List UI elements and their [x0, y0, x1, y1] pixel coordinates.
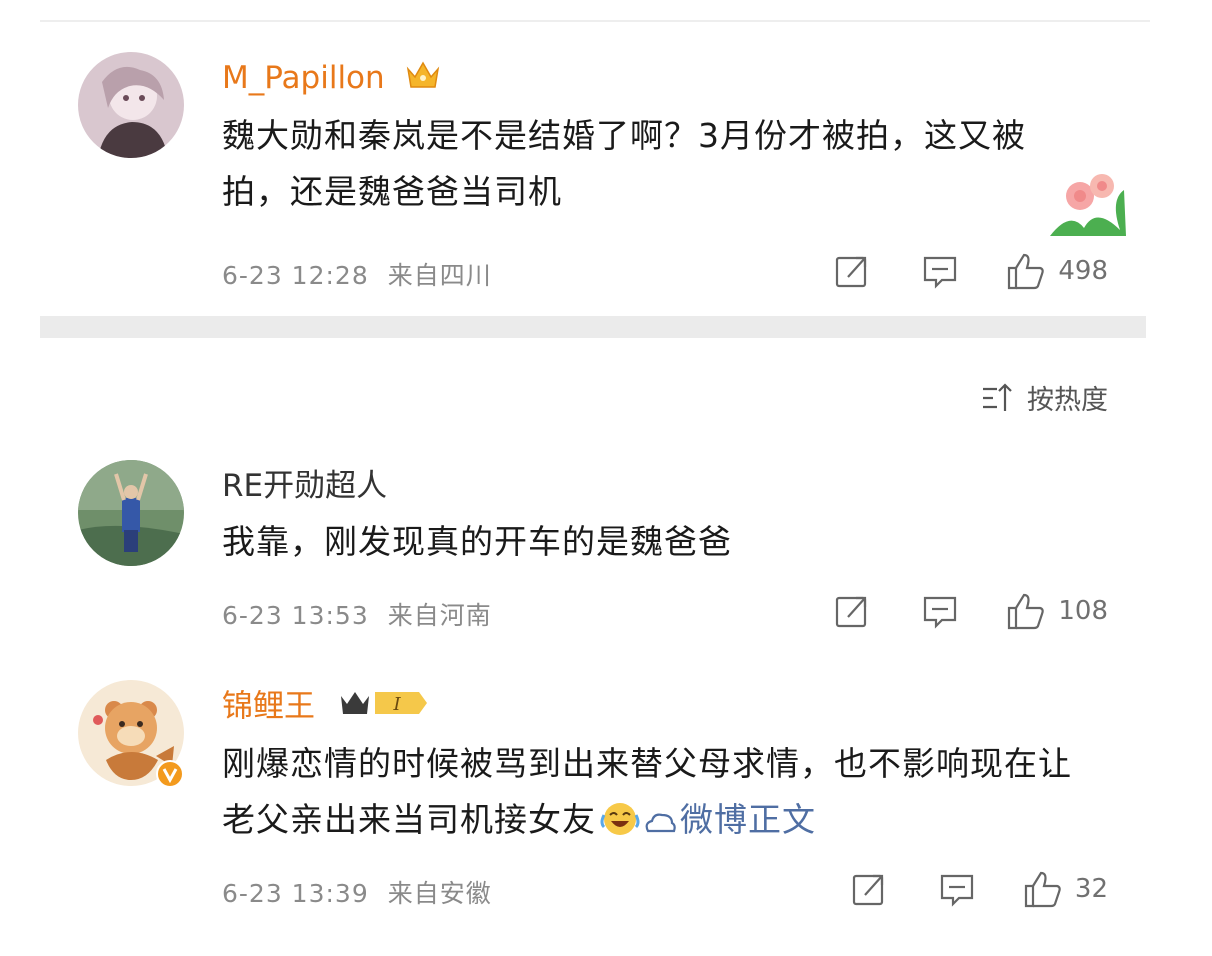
comment-time: 6-23 13:39 [222, 879, 369, 908]
badge-label: I [392, 694, 401, 715]
comment-time: 6-23 12:28 [222, 261, 369, 290]
share-icon[interactable] [834, 253, 870, 289]
sort-label: 按热度 [1027, 385, 1108, 416]
like-count: 108 [1058, 596, 1108, 626]
username[interactable]: RE开勋超人 [222, 466, 387, 506]
username-text[interactable]: 锦鲤王 [222, 689, 315, 725]
comment-icon[interactable] [922, 253, 958, 289]
comment-text: 刚爆恋情的时候被骂到出来替父母求情，也不影响现在让老父亲出来当司机接女友 微博正文 [222, 736, 1102, 854]
comment-text: 魏大勋和秦岚是不是结婚了啊？3月份才被拍，这又被拍，还是魏爸爸当司机 [222, 116, 1026, 211]
weibo-link-icon [645, 813, 676, 833]
comment-text: 我靠，刚发现真的开车的是魏爸爸 [222, 522, 732, 561]
weibo-post-link[interactable]: 微博正文 [644, 800, 816, 839]
membership-badge: I [335, 686, 431, 730]
avatar[interactable] [78, 680, 184, 788]
username[interactable]: 锦鲤王 I [222, 686, 431, 730]
top-separator [40, 20, 1150, 22]
avatar[interactable] [78, 460, 184, 566]
share-icon[interactable] [851, 871, 887, 907]
comment-time: 6-23 13:53 [222, 601, 369, 630]
flower-emoji-icon [1040, 170, 1130, 244]
share-icon[interactable] [834, 593, 870, 629]
username-text[interactable]: M_Papillon [222, 60, 385, 96]
section-divider [40, 316, 1146, 338]
like-icon[interactable] [1006, 592, 1046, 630]
like-button[interactable]: 498 [1006, 252, 1108, 290]
laugh-cry-emoji-icon [600, 798, 640, 854]
weibo-link-text[interactable]: 微博正文 [680, 800, 816, 839]
like-count: 32 [1074, 874, 1108, 904]
crown-icon [405, 59, 441, 101]
comment-actions: 108 [782, 592, 1108, 630]
comment-location: 来自四川 [387, 261, 492, 290]
like-count: 498 [1058, 256, 1108, 286]
sort-button[interactable]: 按热度 [981, 378, 1108, 417]
comment-meta: 6-23 13:53 来自河南 [222, 596, 492, 632]
comment-actions: 498 [782, 252, 1108, 290]
like-icon[interactable] [1023, 870, 1063, 908]
comment-icon[interactable] [922, 593, 958, 629]
sort-icon [981, 381, 1015, 415]
comment-meta: 6-23 12:28 来自四川 [222, 256, 492, 292]
like-button[interactable]: 32 [1023, 870, 1108, 908]
verified-v-icon [156, 760, 184, 788]
comment-location: 来自安徽 [387, 879, 492, 908]
like-button[interactable]: 108 [1006, 592, 1108, 630]
like-icon[interactable] [1006, 252, 1046, 290]
comment-icon[interactable] [939, 871, 975, 907]
comment-meta: 6-23 13:39 来自安徽 [222, 874, 492, 910]
comment-location: 来自河南 [387, 601, 492, 630]
avatar[interactable] [78, 52, 184, 158]
username[interactable]: M_Papillon [222, 58, 441, 101]
comment-actions: 32 [799, 870, 1108, 908]
